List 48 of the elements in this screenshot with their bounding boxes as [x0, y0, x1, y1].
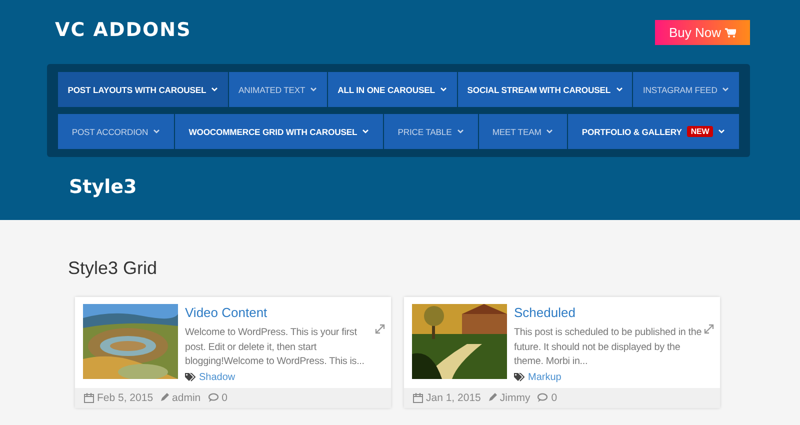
chevron-down-icon — [546, 129, 554, 134]
post-excerpt: Welcome to WordPress. This is your first post. Edit or delete it, then start blogging!Welcome to WordPress. This is... — [185, 326, 366, 369]
comments-icon — [208, 393, 219, 402]
chevron-down-icon — [616, 87, 623, 92]
calendar-icon — [84, 392, 94, 402]
chevron-down-icon — [718, 129, 726, 134]
menu-item[interactable]: POST ACCORDION — [58, 114, 174, 149]
tag-link[interactable]: Shadow — [199, 372, 236, 382]
chevron-down-icon — [310, 87, 318, 92]
post-title-link[interactable]: Video Content — [185, 305, 385, 320]
chevron-down-icon — [440, 87, 447, 92]
post-author: Jimmy — [500, 392, 530, 404]
post-excerpt: This post is scheduled to be published in the future. It should not be displayed by the theme. Morbi in... — [514, 326, 702, 369]
comments-icon — [537, 393, 548, 402]
calendar-icon — [413, 392, 423, 402]
menu-item[interactable]: WOOCOMMERCE GRID WITH CAROUSEL — [174, 114, 383, 149]
menu-item[interactable]: PORTFOLIO & GALLERY NEW — [568, 114, 740, 149]
menu-item[interactable]: ANIMATED TEXT — [228, 72, 327, 107]
chevron-down-icon — [211, 87, 218, 92]
post-author: admin — [172, 392, 201, 404]
comment-count: 0 — [551, 392, 558, 404]
post-date: Jan 1, 2015 — [426, 392, 481, 404]
tags-icon — [185, 372, 196, 382]
section-title: Style3 Grid — [68, 258, 158, 279]
pencil-icon — [488, 393, 497, 402]
menu-item[interactable]: POST LAYOUTS WITH CAROUSEL — [58, 72, 228, 107]
site-logo[interactable]: VC ADDONS — [55, 18, 192, 40]
tags-icon — [514, 372, 525, 382]
chevron-down-icon — [362, 129, 370, 134]
buy-now-button[interactable]: Buy Now — [654, 20, 750, 45]
cart-icon — [725, 28, 736, 38]
post-date: Feb 5, 2015 — [97, 392, 154, 404]
chevron-down-icon — [456, 129, 464, 134]
page-title: Style3 — [69, 176, 138, 198]
menu-item[interactable]: PRICE TABLE — [384, 114, 478, 149]
post-title-link[interactable]: Scheduled — [514, 305, 714, 320]
expand-icon[interactable] — [375, 324, 385, 334]
menu-item[interactable]: ALL IN ONE CAROUSEL — [328, 72, 457, 107]
expand-icon[interactable] — [704, 324, 714, 334]
tag-link[interactable]: Markup — [528, 372, 562, 382]
menu-item[interactable]: SOCIAL STREAM WITH CAROUSEL — [458, 72, 632, 107]
menu-item[interactable]: INSTAGRAM FEED — [633, 72, 739, 107]
menu-item[interactable]: MEET TEAM — [478, 114, 568, 149]
new-badge: NEW — [686, 126, 714, 137]
pencil-icon — [160, 393, 170, 402]
comment-count: 0 — [222, 392, 228, 404]
chevron-down-icon — [153, 129, 160, 134]
chevron-down-icon — [722, 87, 730, 92]
